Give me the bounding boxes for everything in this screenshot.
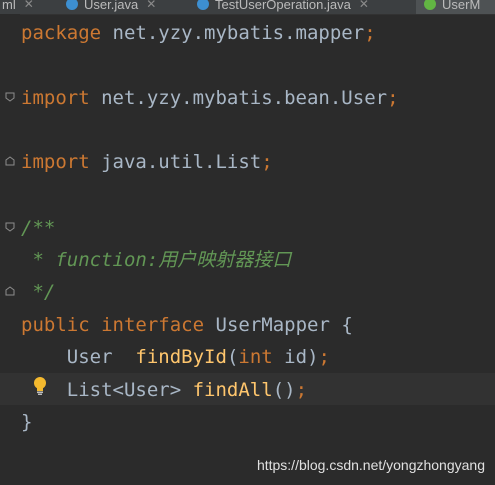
tab-label: TestUserOperation.java bbox=[215, 0, 351, 12]
doc-comment: /** bbox=[21, 217, 56, 239]
tab-label: UserM bbox=[442, 0, 481, 12]
return-type: List<User> bbox=[66, 379, 182, 401]
keyword: public bbox=[21, 314, 90, 336]
fold-marker-icon[interactable] bbox=[5, 286, 15, 296]
import-path: net.yzy.mybatis.bean.User bbox=[101, 87, 388, 109]
keyword: import bbox=[21, 151, 90, 173]
doc-comment-text: 用户映射器接口 bbox=[158, 249, 292, 271]
paren: () bbox=[272, 379, 296, 401]
editor-gutter[interactable] bbox=[0, 14, 20, 485]
java-class-icon bbox=[66, 0, 78, 10]
doc-comment: * function: bbox=[21, 249, 159, 271]
keyword: interface bbox=[101, 314, 205, 336]
code-line-doc-open[interactable]: /** bbox=[21, 213, 55, 243]
code-line-find-all[interactable]: List<User> findAll(); bbox=[21, 375, 307, 405]
semicolon: ; bbox=[387, 87, 399, 109]
brace: { bbox=[341, 314, 353, 336]
semicolon: ; bbox=[318, 346, 330, 368]
fold-marker-icon[interactable] bbox=[5, 156, 15, 166]
semicolon: ; bbox=[261, 151, 273, 173]
import-path: java.util.List bbox=[101, 151, 262, 173]
method-name: findAll bbox=[192, 379, 273, 401]
fold-marker-icon[interactable] bbox=[5, 222, 15, 232]
fold-marker-icon[interactable] bbox=[5, 92, 15, 102]
watermark-url: https://blog.csdn.net/yongzhongyang bbox=[256, 457, 485, 473]
tab-label: ml bbox=[2, 0, 16, 12]
code-line-import-list[interactable]: import java.util.List; bbox=[21, 147, 273, 177]
semicolon: ; bbox=[364, 22, 376, 44]
tab-user-mapper[interactable]: UserM bbox=[416, 0, 495, 14]
code-line-interface-decl[interactable]: public interface UserMapper { bbox=[21, 310, 353, 340]
code-line-close-brace[interactable]: } bbox=[21, 407, 32, 437]
lightbulb-icon[interactable] bbox=[32, 376, 48, 396]
code-line-find-by-id[interactable]: User findById(int id); bbox=[21, 342, 330, 372]
keyword: package bbox=[21, 22, 102, 44]
keyword: import bbox=[21, 87, 90, 109]
paren: ) bbox=[307, 346, 319, 368]
method-name: findById bbox=[135, 346, 227, 368]
param-name: id bbox=[284, 346, 308, 368]
tab-label: User.java bbox=[84, 0, 139, 12]
paren: ( bbox=[226, 346, 239, 368]
package-name: net.yzy.mybatis.mapper bbox=[112, 22, 365, 44]
tab-test-user-operation[interactable]: TestUserOperation.java ✕ bbox=[197, 0, 369, 14]
tab-xml-file[interactable]: ml ✕ bbox=[2, 0, 34, 14]
java-class-icon bbox=[197, 0, 209, 10]
java-interface-icon bbox=[424, 0, 436, 10]
editor-tab-bar: ml ✕ User.java ✕ TestUserOperation.java … bbox=[0, 0, 495, 15]
code-line-doc-close[interactable]: */ bbox=[21, 277, 55, 307]
close-icon[interactable]: ✕ bbox=[359, 0, 369, 11]
brace: } bbox=[21, 411, 33, 433]
keyword: int bbox=[238, 346, 273, 368]
code-line-import-user[interactable]: import net.yzy.mybatis.bean.User; bbox=[21, 83, 399, 113]
code-line-package[interactable]: package net.yzy.mybatis.mapper; bbox=[21, 18, 376, 48]
semicolon: ; bbox=[295, 379, 308, 401]
tab-user-java[interactable]: User.java ✕ bbox=[66, 0, 156, 14]
interface-name: UserMapper bbox=[215, 314, 330, 336]
return-type: User bbox=[66, 346, 113, 368]
code-line-doc-body[interactable]: * function:用户映射器接口 bbox=[21, 245, 291, 275]
doc-comment: */ bbox=[21, 281, 56, 303]
code-editor-window: ml ✕ User.java ✕ TestUserOperation.java … bbox=[0, 0, 495, 485]
close-icon[interactable]: ✕ bbox=[146, 0, 156, 11]
close-icon[interactable]: ✕ bbox=[24, 0, 34, 11]
